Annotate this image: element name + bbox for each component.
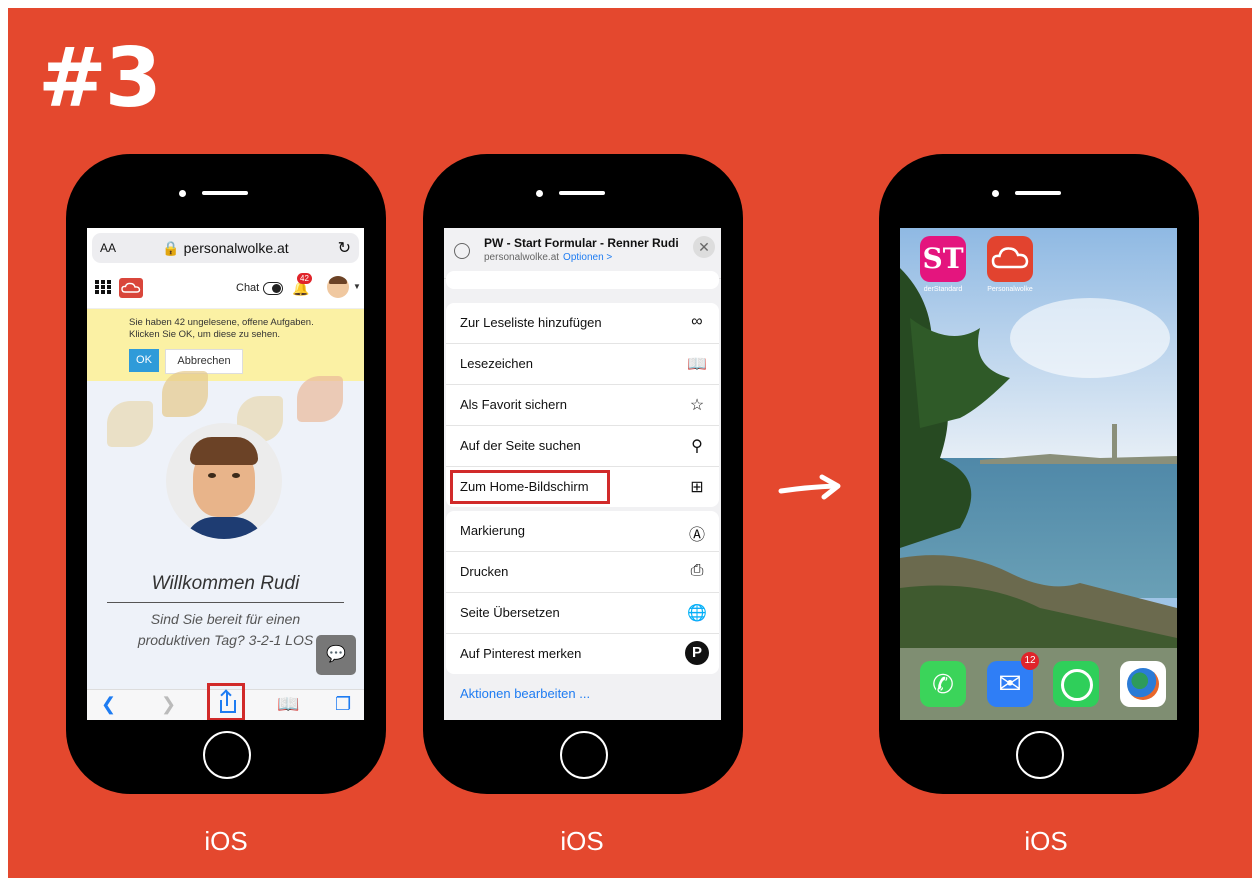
markup-icon: Ⓐ xyxy=(688,527,705,544)
phone-home-screen: ST derStandard Personalwolke ✆ ✉ 12 xyxy=(879,154,1199,794)
leaf-decoration xyxy=(162,371,208,417)
app-personalwolke[interactable] xyxy=(987,236,1033,282)
forward-icon[interactable]: ❯ xyxy=(161,694,176,715)
site-header: Chat 🔔 42 ▼ xyxy=(87,268,364,309)
whatsapp-icon xyxy=(1061,669,1093,701)
welcome-heading: Willkommen Rudi xyxy=(151,573,300,594)
ok-button[interactable]: OK xyxy=(129,349,159,372)
dock: ✆ ✉ 12 xyxy=(900,648,1177,720)
camera-dot xyxy=(536,190,543,197)
speaker xyxy=(559,191,605,195)
leaf-decoration xyxy=(107,401,153,447)
page-title: PW - Start Formular - Renner Rudi xyxy=(484,236,679,250)
close-icon[interactable]: ✕ xyxy=(693,236,715,258)
whatsapp-app[interactable] xyxy=(1053,661,1099,707)
star-icon: ☆ xyxy=(689,397,705,414)
safari-toolbar: ❮ ❯ 📖 ❐ xyxy=(87,683,364,720)
tabs-icon[interactable]: ❐ xyxy=(335,694,351,715)
camera-dot xyxy=(992,190,999,197)
screen-safari: AA 🔒 personalwolke.at ↻ Chat 🔔 42 ▼ Sie … xyxy=(87,228,364,720)
mail-badge: 12 xyxy=(1021,652,1039,670)
wallpaper xyxy=(900,228,1177,720)
derstandard-logo: ST xyxy=(922,242,964,275)
action-group-2: Markierung Ⓐ Drucken ⎙ Seite Übersetzen 🌐 A… xyxy=(446,511,719,674)
cloud-logo-icon[interactable] xyxy=(119,278,143,298)
tutorial-slide: #3 AA 🔒 personalwolke.at ↻ Chat 🔔 42 ▼ S… xyxy=(8,8,1252,878)
options-link[interactable]: Optionen > xyxy=(563,252,612,263)
back-icon[interactable]: ❮ xyxy=(101,694,116,715)
motivation-line-1: Sind Sie bereit für einen xyxy=(150,611,301,627)
home-button[interactable] xyxy=(560,731,608,779)
alert-text-1: Sie haben 42 ungelesene, offene Aufgaben… xyxy=(129,317,314,328)
action-add-to-home[interactable]: Zum Home-Bildschirm ⊞ xyxy=(446,467,719,507)
url-host: personalwolke.at xyxy=(183,240,289,256)
share-sheet-actions: Zur Leseliste hinzufügen ∞ Lesezeichen 📖 A… xyxy=(444,271,721,720)
screen-share-sheet: PW - Start Formular - Renner Rudi person… xyxy=(444,228,721,720)
phone-icon: ✆ xyxy=(932,669,954,699)
speaker xyxy=(202,191,248,195)
compass-icon xyxy=(454,243,470,259)
speaker xyxy=(1015,191,1061,195)
globe-icon xyxy=(1127,668,1159,700)
bookmarks-icon[interactable]: 📖 xyxy=(277,694,299,715)
browser-app[interactable] xyxy=(1120,661,1166,707)
edit-actions-link[interactable]: Aktionen bearbeiten ... xyxy=(460,686,590,701)
action-print[interactable]: Drucken ⎙ xyxy=(446,552,719,593)
action-favorite[interactable]: Als Favorit sichern ☆ xyxy=(446,385,719,426)
book-icon: 📖 xyxy=(687,356,707,373)
action-pinterest[interactable]: Auf Pinterest merken P xyxy=(446,634,719,674)
chat-bubble-icon[interactable]: 💬 xyxy=(316,635,356,675)
printer-icon: ⎙ xyxy=(690,562,704,579)
chevron-down-icon[interactable]: ▼ xyxy=(353,282,361,291)
home-button[interactable] xyxy=(203,731,251,779)
avatar[interactable] xyxy=(327,276,349,298)
task-alert: Sie haben 42 ungelesene, offene Aufgaben… xyxy=(87,309,364,381)
apps-grid-icon[interactable] xyxy=(95,280,113,294)
avatar xyxy=(166,423,282,539)
app-label: Personalwolke xyxy=(987,286,1033,293)
clipped-row xyxy=(446,271,719,289)
action-markup[interactable]: Markierung Ⓐ xyxy=(446,511,719,552)
cloud-icon xyxy=(991,247,1029,269)
alert-text-2: Klicken Sie OK, um diese zu sehen. xyxy=(129,329,281,340)
action-find-on-page[interactable]: Auf der Seite suchen ⚲ xyxy=(446,426,719,467)
home-button[interactable] xyxy=(1016,731,1064,779)
divider xyxy=(107,602,344,603)
notification-badge: 42 xyxy=(297,273,312,284)
phone-safari: AA 🔒 personalwolke.at ↻ Chat 🔔 42 ▼ Sie … xyxy=(66,154,386,794)
camera-dot xyxy=(179,190,186,197)
welcome-panel: Willkommen Rudi Sind Sie bereit für eine… xyxy=(87,371,364,689)
page-subtitle: personalwolke.at Optionen > xyxy=(484,252,612,263)
plus-square-icon: ⊞ xyxy=(690,479,704,496)
reload-icon[interactable]: ↻ xyxy=(338,238,351,258)
address-bar[interactable]: AA 🔒 personalwolke.at ↻ xyxy=(92,233,359,263)
share-button-highlight[interactable] xyxy=(207,683,245,720)
step-label: #3 xyxy=(38,31,162,126)
mail-icon: ✉ xyxy=(998,668,1022,699)
app-derstandard[interactable]: ST xyxy=(920,236,966,282)
leaf-decoration xyxy=(297,376,343,422)
lock-icon: 🔒 xyxy=(162,240,180,256)
search-icon: ⚲ xyxy=(691,438,703,455)
phone-app[interactable]: ✆ xyxy=(920,661,966,707)
caption-ios: iOS xyxy=(560,826,604,856)
action-group-1: Zur Leseliste hinzufügen ∞ Lesezeichen 📖 A… xyxy=(446,303,719,507)
action-translate[interactable]: Seite Übersetzen 🌐 xyxy=(446,593,719,634)
caption-ios: iOS xyxy=(1024,826,1068,856)
globe-icon: 🌐 xyxy=(687,605,707,622)
app-label: derStandard xyxy=(923,286,963,293)
glasses-icon: ∞ xyxy=(691,313,703,330)
action-reading-list[interactable]: Zur Leseliste hinzufügen ∞ xyxy=(446,303,719,344)
chat-toggle[interactable] xyxy=(263,282,283,295)
page-host: personalwolke.at xyxy=(484,252,560,263)
caption-ios: iOS xyxy=(204,826,248,856)
screen-home: ST derStandard Personalwolke ✆ ✉ 12 xyxy=(900,228,1177,720)
pinterest-icon: P xyxy=(685,641,709,665)
share-icon[interactable] xyxy=(220,700,236,713)
arrow-right-icon xyxy=(778,474,841,500)
chat-label: Chat xyxy=(236,282,260,294)
action-bookmark[interactable]: Lesezeichen 📖 xyxy=(446,344,719,385)
phone-share-sheet: PW - Start Formular - Renner Rudi person… xyxy=(423,154,743,794)
